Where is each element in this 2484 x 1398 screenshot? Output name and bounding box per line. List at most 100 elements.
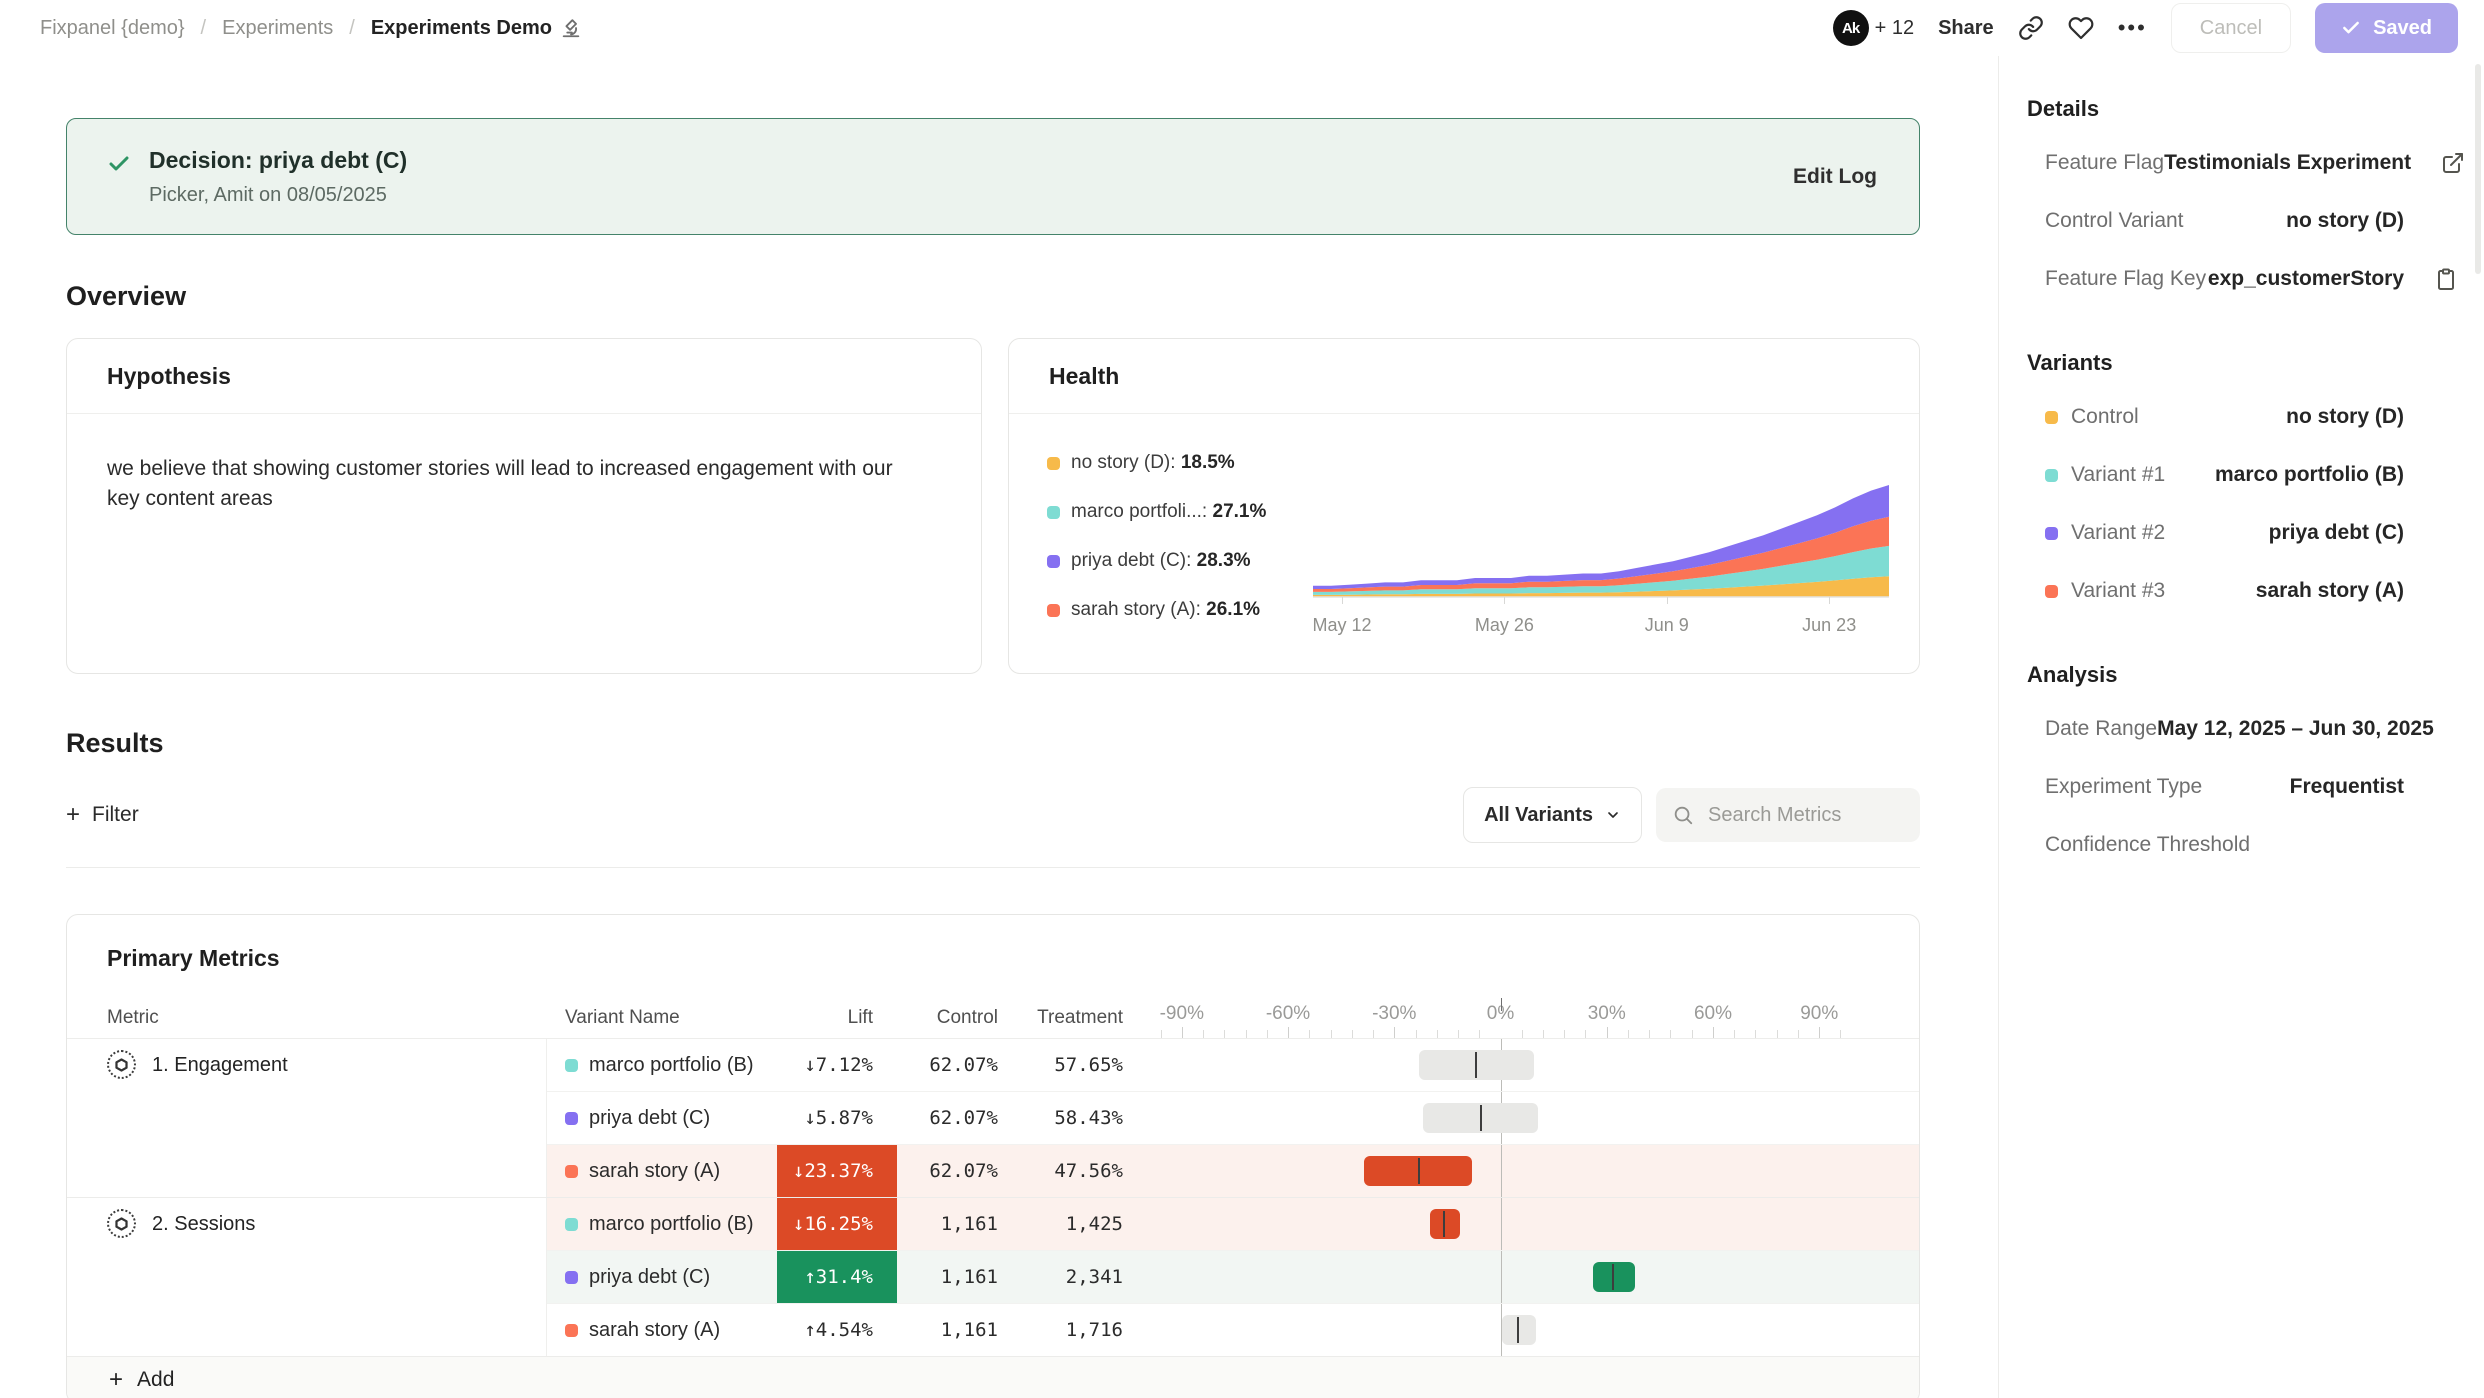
breadcrumb-item[interactable]: Fixpanel {demo}: [40, 17, 185, 40]
table-row[interactable]: marco portfolio (B)↓7.12%62.07%57.65%: [547, 1039, 1919, 1091]
collaborators[interactable]: Ak + 12: [1833, 10, 1914, 46]
ci-axis-tick: [1331, 1030, 1332, 1038]
ci-axis-tick: [1246, 1030, 1247, 1038]
ci-axis-label: 90%: [1800, 1003, 1838, 1025]
control-value: 1,161: [941, 1213, 998, 1235]
external-link-icon[interactable]: [2411, 151, 2465, 175]
treatment-value: 47.56%: [1054, 1160, 1123, 1182]
sidebar-row-value: May 12, 2025 – Jun 30, 2025: [2157, 717, 2434, 741]
table-row[interactable]: priya debt (C)↓5.87%62.07%58.43%: [547, 1091, 1919, 1144]
add-filter-button[interactable]: + Filter: [66, 803, 139, 827]
ci-point-estimate: [1480, 1105, 1482, 1131]
ci-axis-tick: [1394, 1027, 1395, 1038]
results-toolbar: + Filter All Variants: [66, 787, 1920, 843]
variant-name: sarah story (A): [589, 1160, 720, 1183]
breadcrumb-item[interactable]: Experiments Demo: [371, 17, 582, 40]
ci-axis-tick: [1819, 1027, 1820, 1038]
ci-plot: [1157, 1145, 1844, 1197]
treatment-value: 1,716: [1066, 1319, 1123, 1341]
legend-color-chip: [1047, 457, 1060, 470]
ci-axis-tick: [1564, 1030, 1565, 1038]
avatar[interactable]: Ak: [1833, 10, 1869, 46]
copy-link-icon[interactable]: [2018, 15, 2044, 41]
table-row[interactable]: sarah story (A)↓23.37%62.07%47.56%: [547, 1144, 1919, 1197]
lift-value: ↓23.37%: [793, 1160, 873, 1182]
treatment-value: 57.65%: [1054, 1054, 1123, 1076]
zero-line: [1501, 1251, 1502, 1303]
sidebar-row-value[interactable]: Testimonials Experiment: [2164, 151, 2411, 175]
saved-button[interactable]: Saved: [2315, 3, 2458, 53]
edit-log-button[interactable]: Edit Log: [1793, 165, 1877, 189]
ci-axis-tick: [1692, 1030, 1693, 1038]
share-button[interactable]: Share: [1938, 17, 1994, 40]
metric-cell[interactable]: 2. Sessions: [67, 1198, 547, 1356]
primary-metrics-title: Primary Metrics: [67, 915, 1919, 998]
variant-cell: priya debt (C): [547, 1251, 777, 1303]
variant-color-chip: [565, 1218, 578, 1231]
lift-cell: ↑4.54%: [777, 1304, 897, 1356]
sidebar-row-label: Variant #1: [2071, 463, 2165, 487]
favorite-heart-icon[interactable]: [2068, 15, 2094, 41]
table-row[interactable]: priya debt (C)↑31.4%1,1612,341: [547, 1250, 1919, 1303]
ci-axis-tick: [1182, 1027, 1183, 1038]
scrollbar[interactable]: [2475, 64, 2481, 274]
x-axis-label: Jun 23: [1802, 615, 1856, 636]
breadcrumb: Fixpanel {demo}/Experiments/Experiments …: [40, 17, 582, 40]
chevron-down-icon: [1605, 807, 1621, 823]
more-options-icon[interactable]: •••: [2118, 15, 2147, 41]
control-value: 62.07%: [929, 1054, 998, 1076]
search-metrics-input[interactable]: [1706, 803, 1904, 828]
ci-axis-tick: [1628, 1030, 1629, 1038]
search-metrics-box[interactable]: [1656, 788, 1920, 842]
metric-group: 2. Sessionsmarco portfolio (B)↓16.25%1,1…: [67, 1197, 1919, 1356]
table-header: Metric Variant Name Lift Control Treatme…: [67, 998, 1919, 1039]
metric-cell[interactable]: 1. Engagement: [67, 1039, 547, 1197]
variant-color-chip: [565, 1165, 578, 1178]
ci-axis-tick: [1373, 1030, 1374, 1038]
control-value: 62.07%: [929, 1107, 998, 1129]
ci-axis-tick: [1309, 1030, 1310, 1038]
ci-axis-tick: [1840, 1030, 1841, 1038]
ci-cell: [1147, 1304, 1919, 1356]
table-row[interactable]: sarah story (A)↑4.54%1,1611,716: [547, 1303, 1919, 1356]
legend-item: sarah story (A): 26.1%: [1047, 599, 1313, 621]
table-row[interactable]: marco portfolio (B)↓16.25%1,1611,425: [547, 1198, 1919, 1250]
sidebar-row: Experiment TypeFrequentist: [2027, 758, 2458, 816]
variant-color-chip: [2045, 527, 2058, 540]
variant-color-chip: [565, 1112, 578, 1125]
ci-axis-tick: [1607, 1027, 1608, 1038]
cancel-button[interactable]: Cancel: [2171, 3, 2291, 53]
sidebar-row-label: Control: [2071, 405, 2139, 429]
breadcrumb-item[interactable]: Experiments: [222, 17, 333, 40]
ci-axis-tick: [1543, 1030, 1544, 1038]
legend-item: no story (D): 18.5%: [1047, 452, 1313, 474]
x-axis-tick: [1829, 597, 1830, 604]
microscope-icon: [560, 17, 582, 39]
top-bar-actions: Ak + 12 Share ••• Cancel Saved: [1833, 3, 2458, 53]
variant-filter-value: All Variants: [1484, 804, 1593, 827]
hypothesis-card: Hypothesis we believe that showing custo…: [66, 338, 982, 674]
sidebar-row-label: Variant #2: [2071, 521, 2165, 545]
results-heading: Results: [66, 728, 1920, 759]
sidebar-row: Variant #2priya debt (C): [2027, 504, 2458, 562]
primary-metrics-card: Primary Metrics Metric Variant Name Lift…: [66, 914, 1920, 1398]
control-cell: 62.07%: [897, 1092, 1022, 1144]
legend-item: marco portfoli...: 27.1%: [1047, 501, 1313, 523]
lift-value: ↓5.87%: [804, 1107, 873, 1129]
sidebar-row-label: Confidence Threshold: [2045, 833, 2250, 857]
health-area-chart: May 12May 26Jun 9Jun 23: [1313, 440, 1893, 650]
details-sidebar: DetailsFeature FlagTestimonials Experime…: [1998, 56, 2484, 1398]
sidebar-row-label: Feature Flag Key: [2045, 267, 2206, 291]
lift-cell: ↑31.4%: [777, 1251, 897, 1303]
variant-filter-dropdown[interactable]: All Variants: [1463, 787, 1642, 843]
decision-check-icon: [107, 152, 131, 176]
ci-cell: [1147, 1092, 1919, 1144]
ci-point-estimate: [1475, 1052, 1477, 1078]
clipboard-icon[interactable]: [2404, 267, 2458, 291]
main-content: Decision: priya debt (C) Picker, Amit on…: [0, 56, 1998, 1398]
health-card: Health no story (D): 18.5%marco portfoli…: [1008, 338, 1920, 674]
x-axis-label: Jun 9: [1645, 615, 1689, 636]
saved-label: Saved: [2373, 17, 2432, 40]
add-metric-button[interactable]: + Add: [67, 1356, 1919, 1398]
top-bar: Fixpanel {demo}/Experiments/Experiments …: [0, 0, 2484, 56]
